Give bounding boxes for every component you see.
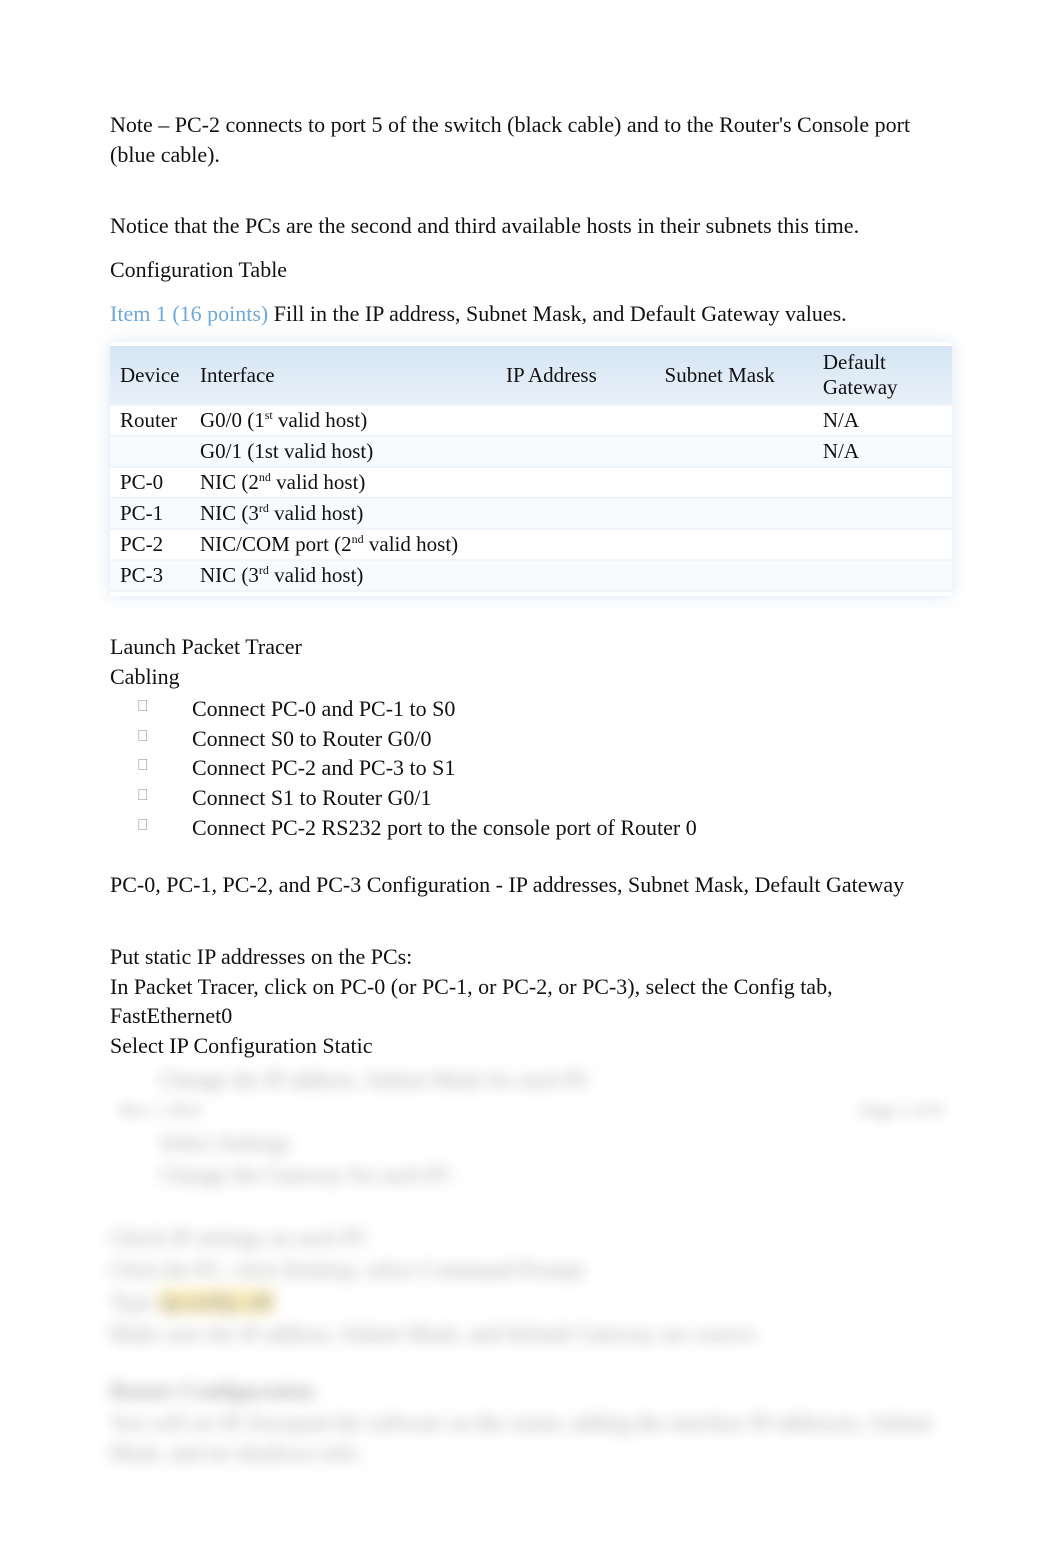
router-config-title: Router Configuration	[110, 1376, 952, 1406]
blurred-line: Change the Gateway for each PC	[160, 1160, 952, 1190]
cell-subnet	[655, 529, 813, 560]
cell-ip	[496, 467, 655, 498]
cell-device: Router	[110, 405, 190, 436]
router-config-body: You will set IP, Encapsul the software o…	[110, 1408, 952, 1467]
launch-packet-tracer: Launch Packet Tracer	[110, 632, 952, 662]
footer-left: Rev 1 2021	[120, 1100, 203, 1121]
blurred-line: Select Settings	[160, 1128, 952, 1158]
pc-config-title: PC-0, PC-1, PC-2, and PC-3 Configuration…	[110, 870, 952, 900]
cell-gateway	[813, 529, 952, 560]
list-item: Connect S1 to Router G0/1	[164, 783, 952, 813]
static-ip-line: Put static IP addresses on the PCs:	[110, 942, 952, 972]
list-item: Connect PC-2 and PC-3 to S1	[164, 753, 952, 783]
item-1-line: Item 1 (16 points) Fill in the IP addres…	[110, 299, 952, 329]
cell-ip	[496, 498, 655, 529]
table-row: PC-3NIC (3rd valid host)	[110, 560, 952, 591]
page-footer: Rev 1 2021 Page 2 of 8	[120, 1100, 942, 1121]
table-row: PC-2NIC/COM port (2nd valid host)	[110, 529, 952, 560]
footer-right: Page 2 of 8	[861, 1100, 942, 1121]
config-table-label: Configuration Table	[110, 255, 952, 285]
blurred-content-3: Router Configuration You will set IP, En…	[110, 1376, 952, 1467]
blurred-content-1: Change the IP address, Subnet Mask for e…	[110, 1065, 952, 1190]
cell-ip	[496, 529, 655, 560]
table-row: G0/1 (1st valid host) N/A	[110, 436, 952, 467]
table-row: PC-0NIC (2nd valid host)	[110, 467, 952, 498]
cell-interface: NIC (2nd valid host)	[190, 467, 496, 498]
packet-tracer-line: In Packet Tracer, click on PC-0 (or PC-1…	[110, 972, 952, 1031]
table-header-row: Device Interface IP Address Subnet Mask …	[110, 346, 952, 405]
header-interface: Interface	[190, 346, 496, 405]
item-1-instruction: Fill in the IP address, Subnet Mask, and…	[268, 301, 846, 326]
list-item: Connect PC-2 RS232 port to the console p…	[164, 813, 952, 843]
cell-interface: G0/1 (1st valid host)	[190, 436, 496, 467]
cell-subnet	[655, 560, 813, 591]
cell-subnet	[655, 498, 813, 529]
cell-subnet	[655, 467, 813, 498]
cell-gateway	[813, 560, 952, 591]
cell-interface: NIC (3rd valid host)	[190, 560, 496, 591]
table-row: PC-1NIC (3rd valid host)	[110, 498, 952, 529]
cell-device	[110, 436, 190, 467]
item-1-label: Item 1 (16 points)	[110, 301, 268, 326]
cell-gateway	[813, 498, 952, 529]
blurred-line: Check IP settings on each PC	[110, 1223, 952, 1253]
header-device: Device	[110, 346, 190, 405]
cell-ip	[496, 436, 655, 467]
list-item: Connect S0 to Router G0/0	[164, 724, 952, 754]
cell-interface: G0/0 (1st valid host)	[190, 405, 496, 436]
cabling-list: Connect PC-0 and PC-1 to S0Connect S0 to…	[110, 694, 952, 842]
make-sure-line: Make sure the IP address, Subnet Mask, a…	[110, 1319, 952, 1349]
cell-device: PC-1	[110, 498, 190, 529]
blurred-line: Change the IP address, Subnet Mask for e…	[160, 1065, 952, 1095]
cell-gateway: N/A	[813, 436, 952, 467]
note-paragraph: Note – PC-2 connects to port 5 of the sw…	[110, 110, 952, 169]
blurred-content-2: Check IP settings on each PCClick the PC…	[110, 1223, 952, 1348]
cell-device: PC-3	[110, 560, 190, 591]
cell-interface: NIC (3rd valid host)	[190, 498, 496, 529]
cell-gateway	[813, 467, 952, 498]
cabling-label: Cabling	[110, 662, 952, 692]
cell-gateway: N/A	[813, 405, 952, 436]
configuration-table: Device Interface IP Address Subnet Mask …	[110, 342, 952, 596]
header-gateway: Default Gateway	[813, 346, 952, 405]
blurred-line: Click the PC, click Desktop, select Comm…	[110, 1255, 952, 1285]
cell-subnet	[655, 405, 813, 436]
cell-ip	[496, 560, 655, 591]
type-prefix: Type	[110, 1289, 159, 1314]
table-row: RouterG0/0 (1st valid host) N/A	[110, 405, 952, 436]
cell-interface: NIC/COM port (2nd valid host)	[190, 529, 496, 560]
cell-device: PC-2	[110, 529, 190, 560]
ipconfig-cmd: ipconfig /all	[159, 1289, 274, 1314]
cell-device: PC-0	[110, 467, 190, 498]
header-subnet: Subnet Mask	[655, 346, 813, 405]
cell-ip	[496, 405, 655, 436]
select-static-line: Select IP Configuration Static	[110, 1031, 952, 1061]
list-item: Connect PC-0 and PC-1 to S0	[164, 694, 952, 724]
header-ip: IP Address	[496, 346, 655, 405]
cell-subnet	[655, 436, 813, 467]
notice-paragraph: Notice that the PCs are the second and t…	[110, 211, 952, 241]
